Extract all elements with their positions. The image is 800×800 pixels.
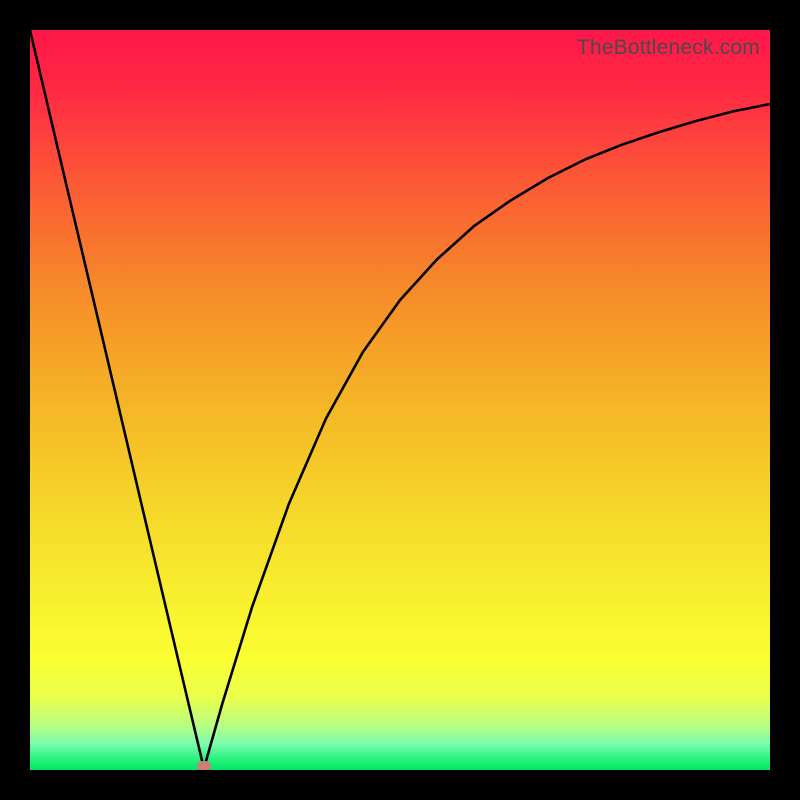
plot-area: TheBottleneck.com (30, 30, 770, 770)
minimum-marker (197, 761, 211, 770)
watermark-text: TheBottleneck.com (577, 36, 760, 60)
bottleneck-curve (30, 30, 770, 770)
chart-frame: TheBottleneck.com (0, 0, 800, 800)
